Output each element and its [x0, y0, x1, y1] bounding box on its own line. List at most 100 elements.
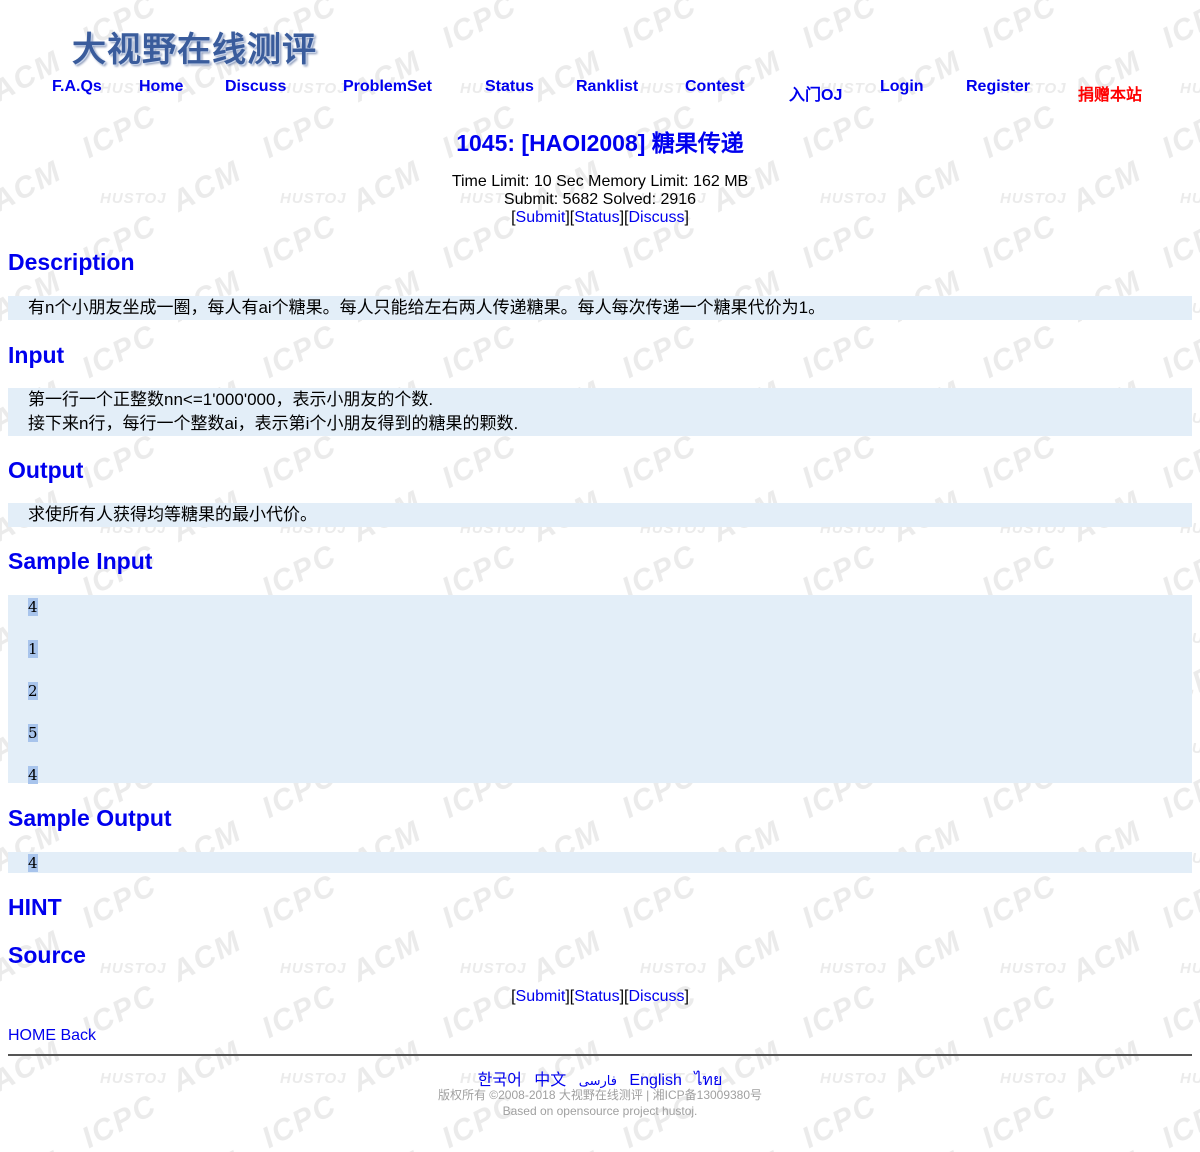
watermark-text: ICPC — [1156, 0, 1200, 55]
watermark-text: ICPC — [616, 0, 703, 55]
lang-farsi[interactable]: فارسی — [579, 1073, 617, 1088]
watermark-text: ICPC — [616, 868, 703, 935]
based-on-text: Based on opensource project hustoj. — [502, 1104, 698, 1118]
status-link[interactable]: Status — [574, 988, 619, 1005]
description-heading: Description — [8, 249, 135, 275]
source-heading: Source — [8, 942, 86, 968]
submit-link[interactable]: Submit — [516, 988, 566, 1005]
watermark-text: ICPC — [976, 868, 1063, 935]
watermark-text: ACM — [886, 1145, 968, 1152]
nav-faqs[interactable]: F.A.Qs — [52, 78, 102, 96]
watermark-text: ICPC — [256, 428, 343, 495]
problem-meta: Time Limit: 10 Sec Memory Limit: 162 MB … — [0, 173, 1200, 227]
watermark-text: ICPC — [76, 428, 163, 495]
nav-status[interactable]: Status — [485, 78, 534, 96]
back-link[interactable]: Back — [60, 1027, 96, 1044]
watermark-text: HUSTOJ — [640, 960, 707, 977]
watermark-text: ACM — [166, 924, 248, 989]
watermark-text: ICPC — [796, 868, 883, 935]
input-box: 第一行一个正整数nn<=1'000'000，表示小朋友的个数. 接下来n行，每行… — [8, 388, 1192, 436]
nav-bar: F.A.Qs Home Discuss ProblemSet Status Ra… — [0, 78, 1200, 104]
watermark-text: ACM — [346, 924, 428, 989]
site-logo: 大视野在线测评 — [72, 30, 317, 70]
nav-register[interactable]: Register — [966, 78, 1030, 96]
nav-donate[interactable]: 捐赠本站 — [1078, 81, 1142, 105]
output-box: 求使所有人获得均等糖果的最小代价。 — [8, 503, 1192, 527]
watermark-text: ACM — [0, 1145, 68, 1152]
problem-title: 1045: [HAOI2008] 糖果传递 — [456, 130, 744, 156]
discuss-link[interactable]: Discuss — [628, 988, 684, 1005]
watermark-text: ICPC — [436, 0, 523, 55]
nav-home[interactable]: Home — [139, 78, 183, 96]
watermark-text: ACM — [166, 1145, 248, 1152]
watermark-text: ICPC — [616, 428, 703, 495]
submit-link[interactable]: Submit — [516, 209, 566, 226]
watermark-text: ICPC — [796, 318, 883, 385]
watermark-text: ACM — [1066, 1145, 1148, 1152]
problem-links-top: [Submit][Status][Discuss] — [511, 209, 689, 226]
watermark-text: ACM — [526, 1145, 608, 1152]
watermark-text: ICPC — [256, 868, 343, 935]
nav-ranklist[interactable]: Ranklist — [576, 78, 638, 96]
copyright-text: 版权所有 ©2008-2018 大视野在线测评 | 湘ICP备13009380号 — [437, 1088, 763, 1102]
problem-links-bottom: [Submit][Status][Discuss] — [511, 988, 689, 1005]
watermark-text: ICPC — [1156, 868, 1200, 935]
sample-output-box: 4 — [8, 852, 1192, 873]
watermark-text: ICPC — [76, 868, 163, 935]
sample-output-line: 4 — [28, 854, 38, 872]
watermark-text: HUSTOJ — [1000, 960, 1067, 977]
nav-problemset[interactable]: ProblemSet — [343, 78, 432, 96]
sample-input-line: 4 — [28, 598, 38, 616]
nav-discuss[interactable]: Discuss — [225, 78, 286, 96]
watermark-text: ACM — [706, 924, 788, 989]
watermark-text: HUSTOJ — [820, 960, 887, 977]
watermark-text: ICPC — [796, 428, 883, 495]
sample-input-line: 1 — [28, 640, 38, 658]
watermark-text: ICPC — [76, 318, 163, 385]
watermark-text: ICPC — [976, 0, 1063, 55]
sample-input-line: 5 — [28, 724, 38, 742]
time-memory-limit: Time Limit: 10 Sec Memory Limit: 162 MB — [451, 173, 749, 190]
nav-intro-oj[interactable]: 入门OJ — [789, 81, 842, 105]
watermark-text: ICPC — [436, 428, 523, 495]
watermark-text: ACM — [346, 1145, 428, 1152]
nav-contest[interactable]: Contest — [685, 78, 745, 96]
footer-divider — [8, 1054, 1192, 1056]
input-heading: Input — [8, 342, 65, 368]
watermark-text: ICPC — [976, 318, 1063, 385]
watermark-text: ICPC — [1156, 318, 1200, 385]
nav-login[interactable]: Login — [880, 78, 924, 96]
discuss-link[interactable]: Discuss — [628, 209, 684, 226]
input-line-1: 第一行一个正整数nn<=1'000'000，表示小朋友的个数. — [28, 390, 434, 409]
sample-input-line: 2 — [28, 682, 38, 700]
home-link[interactable]: HOME — [8, 1027, 56, 1044]
watermark-text: HUSTOJ — [100, 960, 167, 977]
watermark-text: ACM — [886, 924, 968, 989]
input-line-2: 接下来n行，每行一个整数ai，表示第i个小朋友得到的糖果的颗数. — [28, 414, 519, 433]
watermark-text: ICPC — [436, 868, 523, 935]
footer-copyright: 版权所有 ©2008-2018 大视野在线测评 | 湘ICP备13009380号… — [0, 1087, 1200, 1119]
watermark-text: ICPC — [796, 0, 883, 55]
watermark-text: HUSTOJ — [460, 960, 527, 977]
watermark-text: HUSTOJ — [280, 960, 347, 977]
home-back-links: HOME Back — [8, 1027, 96, 1045]
watermark-text: ACM — [706, 1145, 788, 1152]
hint-heading: HINT — [8, 894, 62, 920]
watermark-text: ICPC — [256, 318, 343, 385]
watermark-text: HUSTOJ — [1180, 960, 1200, 977]
watermark-text: ICPC — [976, 428, 1063, 495]
output-heading: Output — [8, 457, 84, 483]
description-box: 有n个小朋友坐成一圈，每人有ai个糖果。每人只能给左右两人传递糖果。每人每次传递… — [8, 296, 1192, 320]
watermark-text: ICPC — [616, 318, 703, 385]
sample-output-heading: Sample Output — [8, 805, 172, 831]
output-text: 求使所有人获得均等糖果的最小代价。 — [28, 505, 317, 524]
sample-input-heading: Sample Input — [8, 548, 153, 574]
watermark-text: ICPC — [1156, 428, 1200, 495]
sample-input-box: 4 1 2 5 4 — [8, 595, 1192, 784]
watermark-text: ICPC — [436, 318, 523, 385]
submit-solved-count: Submit: 5682 Solved: 2916 — [503, 191, 697, 208]
description-text: 有n个小朋友坐成一圈，每人有ai个糖果。每人只能给左右两人传递糖果。每人每次传递… — [28, 298, 826, 317]
watermark-text: ACM — [526, 924, 608, 989]
sample-input-line: 4 — [28, 766, 38, 784]
status-link[interactable]: Status — [574, 209, 619, 226]
